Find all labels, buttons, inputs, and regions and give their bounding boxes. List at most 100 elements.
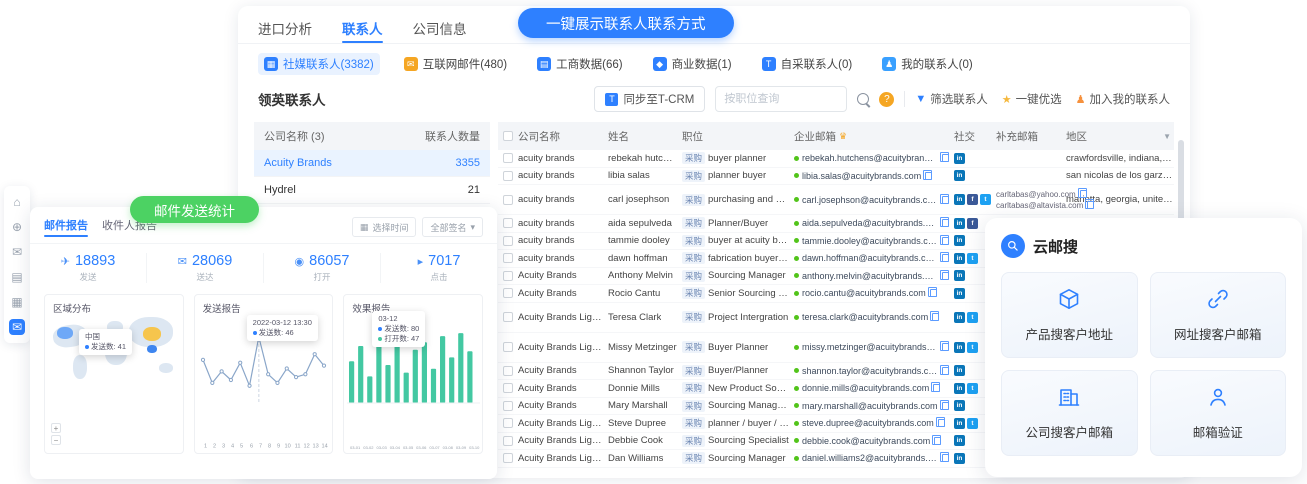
main-tab[interactable]: 联系人: [342, 18, 383, 43]
filter-chip[interactable]: ♟我的联系人(0): [876, 53, 979, 75]
copy-icon[interactable]: [942, 402, 949, 410]
copy-icon[interactable]: [942, 254, 949, 262]
doc-icon[interactable]: ▤: [9, 269, 25, 285]
mail-icon[interactable]: ✉: [9, 244, 25, 260]
checkbox[interactable]: [503, 131, 513, 141]
linkedin-icon[interactable]: in: [954, 218, 965, 229]
filter-chip[interactable]: T自采联系人(0): [756, 53, 859, 75]
copy-icon[interactable]: [932, 313, 939, 321]
twitter-icon[interactable]: t: [967, 418, 978, 429]
compass-icon[interactable]: ⊕: [9, 219, 25, 235]
checkbox[interactable]: [503, 288, 513, 298]
table-row[interactable]: acuity brandsrebekah hutchens采购buyer pla…: [498, 150, 1174, 168]
help-icon[interactable]: ?: [879, 92, 894, 107]
checkbox[interactable]: [503, 253, 513, 263]
copy-icon[interactable]: [942, 343, 949, 351]
email-text: donnie.mills@acuitybrands.com: [802, 383, 929, 393]
cloud-card[interactable]: 产品搜客户地址: [1001, 272, 1138, 358]
email-control[interactable]: ▦选择时间: [352, 217, 417, 237]
filter-chip[interactable]: ✉互联网邮件(480): [398, 53, 513, 75]
linkedin-icon[interactable]: in: [954, 194, 965, 205]
facebook-icon[interactable]: f: [967, 194, 978, 205]
copy-icon[interactable]: [942, 237, 949, 245]
checkbox[interactable]: [503, 401, 513, 411]
linkedin-icon[interactable]: in: [954, 400, 965, 411]
checkbox[interactable]: [503, 218, 513, 228]
filter-funnel-icon[interactable]: ▼: [1163, 132, 1171, 141]
cloud-card[interactable]: 公司搜客户邮箱: [1001, 370, 1138, 456]
copy-icon[interactable]: [942, 219, 949, 227]
linkedin-icon[interactable]: in: [954, 153, 965, 164]
copy-icon[interactable]: [934, 437, 941, 445]
main-tab[interactable]: 公司信息: [413, 18, 467, 43]
checkbox[interactable]: [503, 195, 513, 205]
scrollbar-thumb[interactable]: [1178, 140, 1184, 226]
checkbox[interactable]: [503, 171, 513, 181]
checkbox[interactable]: [503, 453, 513, 463]
toolbar-action[interactable]: ▼筛选联系人: [915, 91, 987, 107]
email-control[interactable]: 全部签名▾: [422, 217, 483, 237]
linkedin-icon[interactable]: in: [954, 453, 965, 464]
checkbox[interactable]: [503, 312, 513, 322]
sync-tcrm-button[interactable]: T 同步至T-CRM: [594, 86, 705, 112]
email-tab[interactable]: 邮件报告: [44, 217, 88, 237]
toolbar-action[interactable]: ♟加入我的联系人: [1076, 91, 1170, 107]
linkedin-icon[interactable]: in: [954, 253, 965, 264]
linkedin-icon[interactable]: in: [954, 288, 965, 299]
linkedin-icon[interactable]: in: [954, 365, 965, 376]
twitter-icon[interactable]: t: [967, 383, 978, 394]
toolbar-action[interactable]: ★一键优选: [1002, 91, 1062, 107]
twitter-icon[interactable]: t: [980, 194, 991, 205]
company-name-link[interactable]: Hydrel: [264, 184, 296, 196]
checkbox[interactable]: [503, 436, 513, 446]
copy-icon[interactable]: [942, 196, 949, 204]
linkedin-icon[interactable]: in: [954, 312, 965, 323]
checkbox[interactable]: [503, 153, 513, 163]
twitter-icon[interactable]: t: [967, 253, 978, 264]
checkbox[interactable]: [503, 383, 513, 393]
company-name-link[interactable]: Acuity Brands: [264, 157, 332, 169]
checkbox[interactable]: [503, 418, 513, 428]
linkedin-icon[interactable]: in: [954, 418, 965, 429]
main-tab[interactable]: 进口分析: [258, 18, 312, 43]
twitter-icon[interactable]: t: [967, 342, 978, 353]
linkedin-icon[interactable]: in: [954, 170, 965, 181]
checkbox[interactable]: [503, 342, 513, 352]
company-summary-row[interactable]: Hydrel21: [254, 177, 490, 204]
twitter-icon[interactable]: t: [967, 312, 978, 323]
copy-icon[interactable]: [925, 172, 932, 180]
copy-icon[interactable]: [942, 272, 949, 280]
home-icon[interactable]: ⌂: [9, 194, 25, 210]
table-row[interactable]: acuity brandslibia salas采购planner buyerl…: [498, 168, 1174, 186]
linkedin-icon[interactable]: in: [954, 235, 965, 246]
cloud-card[interactable]: 网址搜客户邮箱: [1150, 272, 1287, 358]
zoom-in-button[interactable]: +: [51, 423, 61, 433]
copy-icon[interactable]: [930, 289, 937, 297]
grid-icon[interactable]: ▦: [9, 294, 25, 310]
copy-icon[interactable]: [942, 154, 949, 162]
copy-icon[interactable]: [942, 367, 949, 375]
checkbox[interactable]: [503, 236, 513, 246]
copy-icon[interactable]: [1087, 201, 1094, 209]
copy-icon[interactable]: [942, 454, 949, 462]
linkedin-icon[interactable]: in: [954, 270, 965, 281]
facebook-icon[interactable]: f: [967, 218, 978, 229]
linkedin-icon[interactable]: in: [954, 342, 965, 353]
zoom-out-button[interactable]: −: [51, 435, 61, 445]
copy-icon[interactable]: [1080, 190, 1087, 198]
copy-icon[interactable]: [938, 419, 945, 427]
linkedin-icon[interactable]: in: [954, 435, 965, 446]
linkedin-icon[interactable]: in: [954, 383, 965, 394]
checkbox[interactable]: [503, 366, 513, 376]
cloud-card[interactable]: 邮箱验证: [1150, 370, 1287, 456]
filter-chip[interactable]: ◆商业数据(1): [647, 53, 738, 75]
company-summary-row[interactable]: Acuity Brands3355: [254, 150, 490, 177]
checkbox[interactable]: [503, 271, 513, 281]
inbox-icon[interactable]: ✉: [9, 319, 25, 335]
position-search-input[interactable]: [715, 86, 847, 112]
filter-chip[interactable]: ▦社媒联系人(3382): [258, 53, 380, 75]
copy-icon[interactable]: [933, 384, 940, 392]
search-icon[interactable]: [857, 93, 869, 105]
filter-chip[interactable]: ▤工商数据(66): [531, 53, 628, 75]
table-row[interactable]: acuity brandscarl josephson采购purchasing …: [498, 185, 1174, 215]
